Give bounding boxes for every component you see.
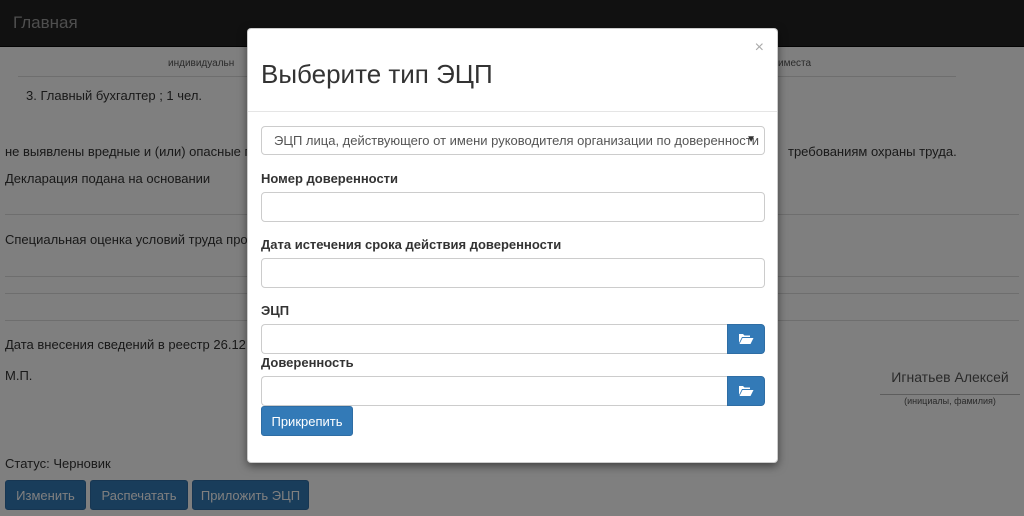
caret-down-icon: ▼ bbox=[746, 134, 756, 145]
power-expiry-label: Дата истечения срока действия довереннос… bbox=[261, 237, 562, 252]
folder-open-icon bbox=[739, 334, 754, 344]
attach-button[interactable]: Прикрепить bbox=[261, 406, 353, 436]
power-file-input[interactable] bbox=[261, 376, 728, 406]
power-file-label: Доверенность bbox=[261, 355, 354, 370]
ecp-type-modal: × Выберите тип ЭЦП ЭЦП лица, действующег… bbox=[247, 28, 778, 463]
power-number-label: Номер доверенности bbox=[261, 171, 399, 186]
folder-open-icon bbox=[739, 386, 754, 396]
close-icon[interactable]: × bbox=[755, 39, 764, 57]
ecp-file-label: ЭЦП bbox=[261, 303, 290, 318]
power-browse-button[interactable] bbox=[727, 376, 765, 406]
power-number-input[interactable] bbox=[261, 192, 765, 222]
ecp-type-select[interactable]: ЭЦП лица, действующего от имени руководи… bbox=[261, 126, 765, 155]
ecp-type-select-value: ЭЦП лица, действующего от имени руководи… bbox=[274, 133, 759, 148]
modal-header-divider bbox=[248, 111, 777, 112]
modal-title: Выберите тип ЭЦП bbox=[261, 59, 493, 89]
ecp-browse-button[interactable] bbox=[727, 324, 765, 354]
power-expiry-input[interactable] bbox=[261, 258, 765, 288]
ecp-file-input[interactable] bbox=[261, 324, 728, 354]
